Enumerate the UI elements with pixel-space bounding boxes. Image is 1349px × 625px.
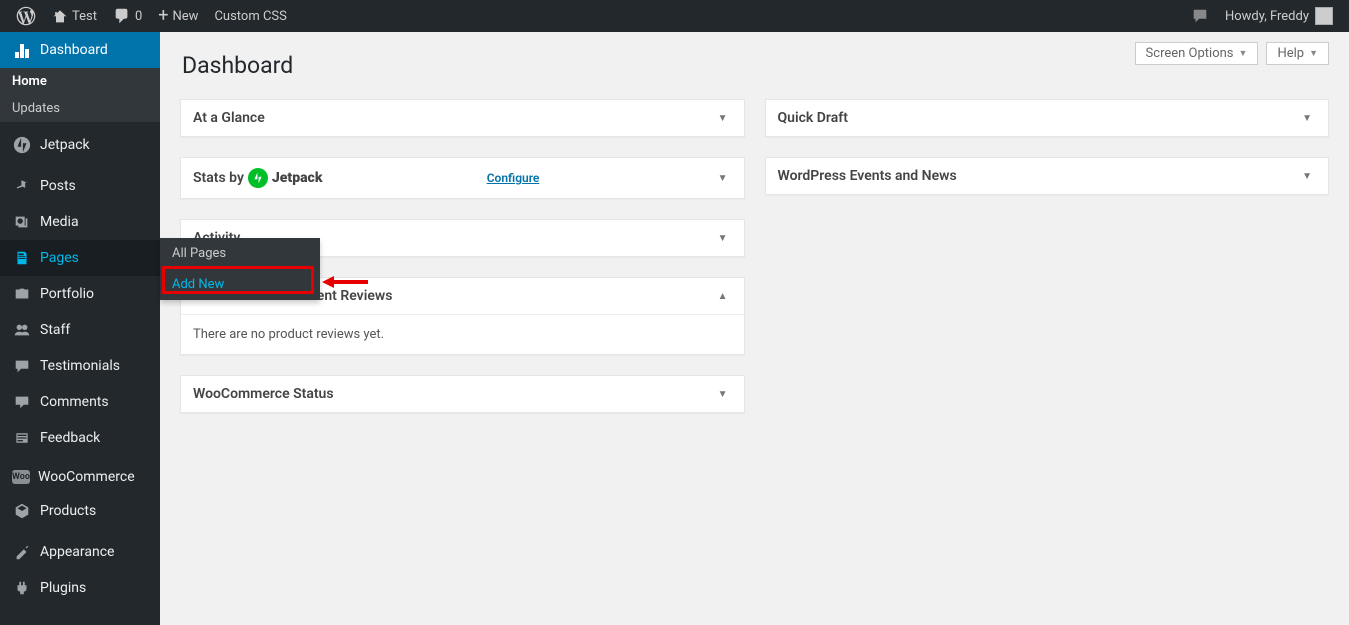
submenu-updates[interactable]: Updates [0,95,160,122]
products-icon [12,501,32,521]
content-wrap: Screen Options▼ Help▼ Dashboard At a Gla… [160,0,1349,453]
chevron-down-icon: ▼ [1239,48,1248,59]
configure-link[interactable]: Configure [487,171,540,185]
appearance-icon [12,542,32,562]
postbox-header[interactable]: WooCommerce Status ▼ [181,376,744,412]
flyout-add-new[interactable]: Add New [160,269,320,300]
toggle-icon[interactable]: ▲ [714,291,732,302]
postbox-header[interactable]: At a Glance ▼ [181,100,744,136]
site-name: Test [72,9,97,24]
toggle-icon[interactable]: ▼ [714,173,732,184]
menu-products[interactable]: Products [0,493,160,529]
dashboard-submenu: Home Updates [0,68,160,122]
comments-count: 0 [135,9,142,24]
postbox-woo-status: WooCommerce Status ▼ [180,375,745,413]
menu-posts[interactable]: Posts [0,168,160,204]
menu-feedback[interactable]: Feedback [0,420,160,456]
portfolio-icon [12,284,32,304]
toggle-icon[interactable]: ▼ [1298,171,1316,182]
menu-staff[interactable]: Staff [0,312,160,348]
account-link[interactable]: Howdy, Freddy [1217,0,1341,32]
pages-flyout: All Pages Add New [160,238,320,300]
woocommerce-icon: Woo [12,470,30,484]
dashboard-icon [12,40,32,60]
toggle-icon[interactable]: ▼ [714,233,732,244]
comments-link[interactable]: 0 [105,0,150,32]
wp-logo[interactable] [8,0,44,32]
menu-woocommerce[interactable]: Woo WooCommerce [0,461,160,493]
admin-sidebar: Dashboard Home Updates Jetpack Posts Med… [0,32,160,625]
menu-appearance[interactable]: Appearance [0,534,160,570]
plus-icon: + [158,7,168,25]
page-icon [12,248,32,268]
menu-testimonials[interactable]: Testimonials [0,348,160,384]
menu-media[interactable]: Media [0,204,160,240]
admin-toolbar: Test 0 + New Custom CSS Howdy, Freddy [0,0,1349,32]
postbox-header[interactable]: Stats by Jetpack Configure ▼ [181,158,744,198]
toggle-icon[interactable]: ▼ [714,389,732,400]
postbox-quick-draft: Quick Draft ▼ [765,99,1330,137]
postbox-at-a-glance: At a Glance ▼ [180,99,745,137]
feedback-icon [12,428,32,448]
jetpack-badge: Jetpack [248,168,323,188]
testimonial-icon [12,356,32,376]
postbox-header[interactable]: WordPress Events and News ▼ [766,158,1329,194]
notes-icon[interactable] [1183,0,1217,32]
howdy-text: Howdy, Freddy [1225,9,1309,24]
groups-icon [12,320,32,340]
plugins-icon [12,578,32,598]
comments-icon [12,392,32,412]
menu-jetpack[interactable]: Jetpack [0,127,160,163]
postbox-header[interactable]: Quick Draft ▼ [766,100,1329,136]
postbox-wp-events: WordPress Events and News ▼ [765,157,1330,195]
chevron-down-icon: ▼ [1309,48,1318,59]
toggle-icon[interactable]: ▼ [714,113,732,124]
menu-dashboard[interactable]: Dashboard [0,32,160,68]
media-icon [12,212,32,232]
avatar [1315,7,1333,25]
jetpack-icon [12,135,32,155]
menu-portfolio[interactable]: Portfolio [0,276,160,312]
dashboard-col-right: Quick Draft ▼ WordPress Events and News … [765,99,1330,413]
custom-css-link[interactable]: Custom CSS [206,0,294,32]
contextual-tabs: Screen Options▼ Help▼ [1135,42,1329,65]
site-name-link[interactable]: Test [44,0,105,32]
toggle-icon[interactable]: ▼ [1298,113,1316,124]
help-button[interactable]: Help▼ [1266,42,1329,65]
postbox-stats: Stats by Jetpack Configure ▼ [180,157,745,199]
postbox-body: There are no product reviews yet. [181,315,744,354]
menu-plugins[interactable]: Plugins [0,570,160,606]
screen-options-button[interactable]: Screen Options▼ [1135,42,1259,65]
submenu-home[interactable]: Home [0,68,160,95]
pin-icon [12,176,32,196]
flyout-all-pages[interactable]: All Pages [160,238,320,269]
new-content-link[interactable]: + New [150,0,206,32]
new-label: New [173,9,199,24]
menu-pages[interactable]: Pages All Pages Add New [0,240,160,276]
menu-comments[interactable]: Comments [0,384,160,420]
